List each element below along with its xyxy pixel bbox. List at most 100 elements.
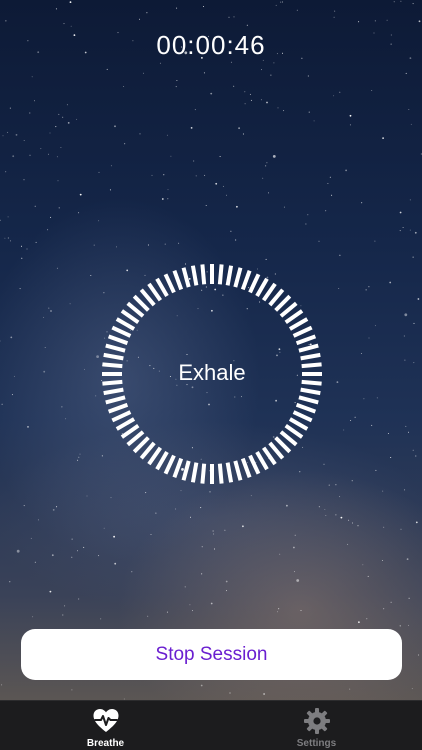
star bbox=[69, 303, 71, 305]
star bbox=[270, 74, 272, 76]
star bbox=[365, 289, 367, 291]
star bbox=[328, 484, 330, 486]
star bbox=[167, 198, 169, 200]
star bbox=[382, 490, 384, 492]
star bbox=[283, 206, 285, 208]
star bbox=[367, 575, 369, 577]
star bbox=[399, 625, 401, 627]
star bbox=[313, 120, 315, 122]
star bbox=[50, 310, 52, 312]
star bbox=[263, 693, 265, 695]
star bbox=[23, 505, 25, 507]
star bbox=[281, 1, 283, 3]
star bbox=[408, 109, 410, 110]
star bbox=[371, 424, 373, 426]
star bbox=[9, 240, 11, 242]
star bbox=[139, 133, 141, 135]
star bbox=[246, 24, 248, 26]
ring-tick bbox=[155, 450, 169, 471]
ring-tick bbox=[217, 463, 224, 484]
ring-tick bbox=[107, 334, 129, 346]
ring-tick bbox=[105, 395, 126, 405]
star bbox=[195, 175, 197, 177]
star bbox=[62, 614, 64, 616]
star bbox=[351, 480, 353, 482]
star bbox=[414, 231, 417, 234]
star bbox=[9, 581, 11, 583]
star bbox=[339, 496, 341, 498]
star bbox=[150, 534, 152, 535]
star bbox=[343, 429, 345, 431]
star bbox=[233, 85, 235, 87]
star bbox=[201, 546, 203, 548]
tab-settings[interactable]: Settings bbox=[211, 701, 422, 750]
star bbox=[402, 227, 404, 228]
star bbox=[12, 155, 15, 158]
star bbox=[335, 484, 337, 486]
star bbox=[66, 104, 68, 106]
ring-tick bbox=[225, 265, 234, 286]
star bbox=[86, 495, 88, 497]
star bbox=[56, 156, 58, 158]
star bbox=[64, 605, 66, 607]
star bbox=[382, 137, 384, 140]
ring-tick bbox=[255, 450, 269, 471]
star bbox=[48, 153, 49, 155]
star bbox=[418, 20, 421, 23]
star bbox=[71, 689, 73, 691]
star bbox=[93, 244, 95, 246]
star bbox=[250, 495, 252, 497]
star bbox=[63, 23, 65, 25]
star bbox=[349, 688, 351, 690]
star bbox=[67, 122, 70, 124]
star bbox=[411, 688, 413, 690]
star bbox=[114, 562, 117, 565]
ring-tick bbox=[240, 269, 252, 291]
star bbox=[143, 72, 144, 74]
star bbox=[212, 530, 214, 532]
star bbox=[362, 564, 364, 566]
star bbox=[61, 406, 63, 408]
star bbox=[230, 61, 232, 63]
star bbox=[16, 549, 20, 553]
star bbox=[405, 425, 407, 427]
star bbox=[400, 0, 402, 2]
star bbox=[405, 72, 407, 74]
star bbox=[29, 154, 31, 156]
star bbox=[224, 529, 226, 531]
star bbox=[308, 111, 310, 113]
star bbox=[190, 516, 191, 518]
star bbox=[399, 230, 401, 232]
stop-session-button[interactable]: Stop Session bbox=[21, 629, 402, 680]
star bbox=[368, 337, 370, 339]
star bbox=[339, 91, 341, 93]
ring-tick bbox=[103, 352, 124, 361]
star bbox=[69, 1, 72, 3]
star bbox=[350, 420, 352, 421]
star bbox=[219, 156, 221, 157]
star bbox=[175, 508, 177, 510]
star bbox=[249, 93, 251, 95]
star bbox=[265, 165, 267, 167]
ring-tick bbox=[172, 269, 184, 291]
tab-breathe[interactable]: Breathe bbox=[0, 701, 211, 750]
star bbox=[387, 433, 389, 434]
star bbox=[329, 176, 331, 178]
ring-tick bbox=[155, 277, 169, 298]
ring-tick bbox=[105, 343, 126, 353]
star bbox=[338, 288, 340, 289]
star bbox=[412, 449, 414, 451]
star bbox=[77, 459, 79, 461]
star bbox=[296, 9, 298, 11]
star bbox=[161, 198, 164, 200]
star bbox=[390, 457, 392, 458]
star bbox=[43, 370, 46, 373]
star bbox=[164, 243, 166, 245]
star bbox=[21, 257, 23, 259]
star bbox=[201, 573, 203, 575]
star bbox=[268, 192, 269, 194]
star bbox=[340, 516, 343, 519]
star bbox=[347, 543, 349, 545]
star bbox=[11, 394, 13, 396]
star bbox=[77, 550, 78, 552]
